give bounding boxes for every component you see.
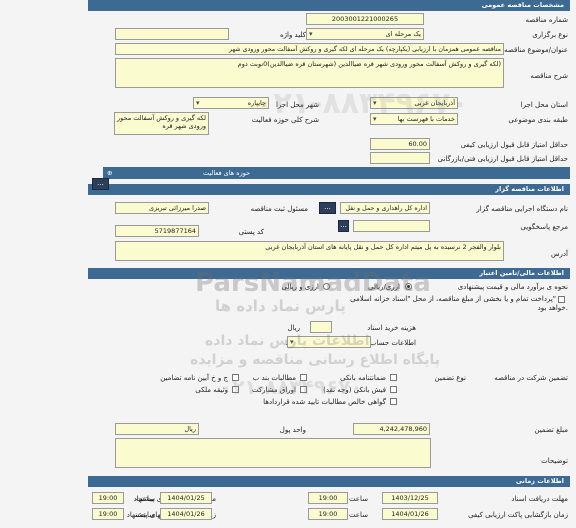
registrar-more-button[interactable]: ... — [92, 178, 109, 190]
registrar-label: مسئول ثبت مناقصه — [250, 205, 308, 213]
estimate-option-mixed: ارزی/ریالی — [368, 283, 400, 291]
g-bond-label: اوراق مشارکت — [251, 386, 296, 394]
payment-checkbox[interactable] — [558, 296, 565, 303]
reference-field[interactable] — [353, 220, 430, 232]
keyword-label: کلید واژه — [279, 31, 306, 39]
amount-field[interactable]: 4,242,478,960 — [353, 423, 430, 435]
min-quality-label: حداقل امتیاز قابل قبول ارزیابی کیفی — [460, 141, 568, 149]
category-select[interactable]: خدمات با فهرست بها — [370, 113, 458, 125]
doc-fee-label: هزینه خرید اسناد — [367, 324, 416, 332]
activity-areas-label: حوزه های فعالیت — [203, 169, 251, 177]
g-property-label: وثیقه ملکی — [195, 386, 228, 394]
section-header-timing: اطلاعات زمانی — [88, 476, 570, 487]
g-check-label: فیش بانکی (وجه نقد) — [323, 386, 386, 394]
currency-field[interactable]: ریال — [115, 423, 199, 435]
reference-label: مرجع پاسخگویی — [520, 223, 568, 231]
watermark-portal: پایگاه اطلاع رسانی مناقصه و مزایده — [190, 352, 441, 368]
receive-docs-time[interactable]: 19:00 — [308, 492, 348, 504]
g-insurance-label: ج و خ آیین نامه تضامین — [160, 374, 228, 382]
holding-type-select[interactable]: یک مرحله ای — [306, 28, 424, 40]
open-quality-date[interactable]: 1404/01/26 — [382, 508, 438, 520]
registrar-field[interactable]: صدرا میرزائی تبریزی — [115, 202, 209, 214]
province-label: استان محل اجرا — [520, 101, 568, 109]
city-label: شهر محل اجرا — [275, 101, 319, 109]
min-quality-field[interactable]: 60.00 — [370, 138, 430, 150]
open-quality-time[interactable]: 19:00 — [308, 508, 348, 520]
city-select[interactable]: چایپاره — [193, 97, 269, 109]
left-blank-area — [0, 0, 88, 528]
open-quality-time-label: ساعت — [348, 511, 368, 519]
g-article-label: مطالبات بند ب — [252, 374, 296, 382]
g-cert-checkbox[interactable] — [390, 398, 397, 405]
reference-more-button[interactable]: ... — [338, 220, 349, 232]
send-offer-time[interactable]: 19:00 — [92, 492, 124, 504]
open-offer-date[interactable]: 1404/01/26 — [160, 508, 212, 520]
open-offer-time[interactable]: 19:00 — [92, 508, 124, 520]
g-bank-checkbox[interactable] — [390, 374, 397, 381]
guarantee-type-label: نوع تضمین — [434, 374, 466, 382]
address-label: آدرس — [551, 250, 568, 258]
section-header-financial: اطلاعات مالی/تامین اعتبار — [88, 268, 570, 279]
receive-docs-date[interactable]: 1403/12/25 — [382, 492, 438, 504]
send-offer-date[interactable]: 1404/01/25 — [160, 492, 212, 504]
description-label: شرح مناقصه — [530, 72, 568, 80]
receive-docs-time-label: ساعت — [348, 495, 368, 503]
open-quality-label: زمان بازگشایی پاکت ارزیابی کیفی — [468, 511, 568, 519]
doc-fee-field[interactable] — [310, 321, 332, 333]
doc-fee-unit: ریال — [287, 324, 300, 332]
holding-type-label: نوع برگزاری — [532, 31, 568, 39]
g-cert-label: گواهی خالص مطالبات تایید شده قراردادها — [263, 398, 386, 406]
title-label: عنوان/موضوع مناقصه — [504, 46, 568, 54]
province-select[interactable]: آذربایجان غربی — [370, 97, 458, 109]
g-bond-checkbox[interactable] — [300, 386, 307, 393]
address-field[interactable]: بلوار والفجر 2 نرسیده به پل میثم اداره ک… — [115, 241, 504, 261]
participation-label: تضمین شرکت در مناقصه — [494, 374, 568, 382]
g-bank-label: ضمانتنامه بانکی — [340, 374, 386, 382]
g-article-checkbox[interactable] — [300, 374, 307, 381]
device-more-button[interactable]: ... — [319, 202, 336, 214]
tender-number-label: شماره مناقصه — [525, 16, 568, 24]
estimate-radio-mixed[interactable] — [405, 283, 412, 290]
estimate-option-both: ارزی و ریالی — [281, 283, 319, 291]
min-technical-field[interactable] — [370, 152, 430, 164]
send-offer-time-label: ساعت — [135, 495, 155, 503]
receive-docs-label: مهلت دریافت اسناد — [511, 495, 568, 503]
tender-number-field[interactable]: 2003001221000265 — [306, 13, 424, 25]
postal-field[interactable]: 5719877164 — [115, 225, 199, 237]
description-field[interactable]: لکه گیری و روکش آسفالت محور ورودی شهر قر… — [115, 58, 504, 88]
payment-text-cont: خواهد بود. — [537, 304, 568, 312]
estimate-label: نحوه ی برآورد مالی و قیمت پیشنهادی — [457, 283, 568, 291]
currency-label: واحد پول — [279, 426, 306, 434]
g-check-checkbox[interactable] — [390, 386, 397, 393]
section-header-organizer: اطلاعات مناقصه گزار — [88, 184, 570, 195]
g-property-checkbox[interactable] — [232, 386, 239, 393]
title-field[interactable]: مناقصه عمومی همزمان با ارزیابی (یکپارچه)… — [115, 43, 504, 55]
notes-label: توضیحات — [541, 457, 568, 465]
estimate-radio-both[interactable] — [323, 283, 330, 290]
scope-label: شرح کلی حوزه فعالیت — [251, 116, 319, 124]
g-insurance-checkbox[interactable] — [232, 374, 239, 381]
keyword-input[interactable] — [115, 28, 229, 40]
amount-label: مبلغ تضمین — [534, 426, 568, 434]
section-header-general: مشخصات مناقصه عمومی — [88, 0, 570, 11]
min-technical-label: حداقل امتیاز قابل قبول ارزیابی فنی/بازرگ… — [437, 155, 568, 163]
watermark-brand-fa: پارس نماد داده ها — [215, 297, 346, 315]
scope-field[interactable]: لکه گیری و روکش آسفالت محور ورودی شهر قر… — [114, 112, 209, 135]
notes-field[interactable] — [115, 438, 431, 468]
open-offer-time-label: ساعت — [135, 511, 155, 519]
account-select[interactable] — [287, 336, 371, 348]
postal-label: کد پستی — [238, 228, 264, 236]
activity-areas-bar[interactable]: ⊕ حوزه های فعالیت — [103, 167, 570, 179]
payment-text: پرداخت تمام و یا بخشی از مبلغ مناقصه، از… — [350, 295, 556, 303]
category-label: طبقه بندی موضوعی — [508, 116, 568, 124]
device-field[interactable]: اداره کل راهداری و حمل و نقل — [340, 202, 430, 214]
device-label: نام دستگاه اجرایی مناقصه گزار — [476, 205, 568, 213]
